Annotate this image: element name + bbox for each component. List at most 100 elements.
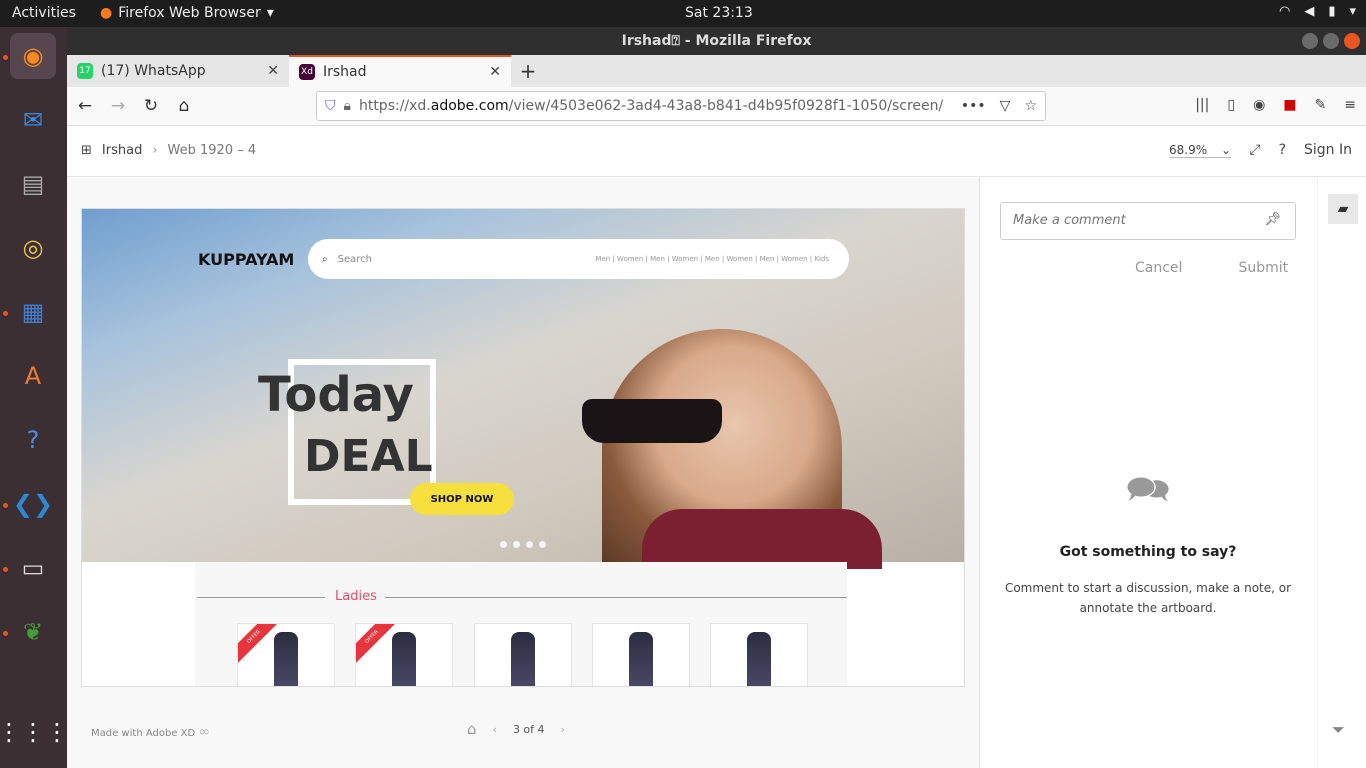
speech-bubbles-icon: 🗪︎ (1125, 469, 1171, 510)
maximize-button[interactable] (1323, 33, 1339, 49)
carousel-dots (500, 541, 546, 548)
app-menu[interactable]: ● Firefox Web Browser ▾ (100, 5, 274, 21)
pager: ⌂ ‹ 3 of 4 › (467, 720, 565, 738)
right-rail: ▰ ⏷ (1317, 178, 1366, 768)
headline-deal: DEAL (304, 431, 433, 482)
close-tab-icon[interactable]: ✕ (489, 64, 501, 80)
zoom-value: 68.9% (1169, 143, 1208, 157)
pin-icon[interactable]: 📌︎ (1264, 212, 1281, 227)
bookmark-star-icon[interactable]: ☆ (1024, 98, 1037, 114)
menu-icon[interactable]: ≡ (1344, 97, 1356, 113)
pocket-icon[interactable]: ▽ (1000, 98, 1011, 114)
help-icon[interactable]: ? (1279, 142, 1286, 158)
firefox-icon: ◉ (22, 42, 44, 70)
dock-software[interactable]: A (10, 353, 56, 399)
new-tab-button[interactable]: + (511, 55, 545, 87)
empty-title: Got something to say? (1059, 544, 1237, 560)
search-icon: ⌕ (322, 253, 328, 265)
product-card (474, 623, 572, 686)
firefox-icon: ● (100, 5, 113, 21)
canvas-footer: Made with Adobe XD ∞ ⌂ ‹ 3 of 4 › (67, 708, 979, 748)
ladies-section: Ladies OFFER OFFER (195, 562, 847, 686)
back-button[interactable]: ← (70, 91, 100, 121)
breadcrumb-root[interactable]: Irshad (102, 143, 142, 158)
running-indicator (3, 503, 8, 508)
fullscreen-icon[interactable]: ⤢ (1249, 142, 1260, 158)
forward-button[interactable]: → (103, 91, 133, 121)
next-screen-button[interactable]: › (561, 723, 565, 736)
running-indicator (3, 311, 8, 316)
page-actions-icon[interactable]: ••• (961, 98, 986, 114)
breadcrumb: ⊞ Irshad › Web 1920 – 4 (81, 143, 256, 158)
sunglasses-image (582, 399, 722, 443)
sidebar-icon[interactable]: ▯ (1227, 97, 1235, 113)
window-title: Irshad⍰ - Mozilla Firefox (621, 33, 812, 49)
home-icon[interactable]: ⌂ (467, 720, 477, 738)
help-icon: ? (26, 426, 40, 454)
minimize-button[interactable] (1302, 33, 1318, 49)
shop-now-button: SHOP NOW (410, 483, 514, 515)
filter-icon[interactable]: ⏷ (1332, 720, 1345, 740)
dock-files[interactable]: ▤ (10, 161, 56, 207)
page-indicator: 3 of 4 (512, 722, 545, 736)
close-tab-icon[interactable]: ✕ (267, 63, 279, 79)
dock-rhythmbox[interactable]: ◎ (10, 225, 56, 271)
navigation-bar: ← → ↻ ⌂ ⛉ 🔒︎ https://xd.adobe.com/view/4… (67, 87, 1366, 126)
dock-firefox[interactable]: ◉ (10, 33, 56, 79)
artboard[interactable]: KUPPAYAM ⌕ Search Men | Women | Men | Wo… (81, 208, 965, 687)
comment-placeholder: Make a comment (1013, 213, 1126, 228)
divider (197, 597, 325, 598)
canvas: KUPPAYAM ⌕ Search Men | Women | Men | Wo… (67, 178, 979, 768)
eyedropper-icon[interactable]: ✎ (1315, 97, 1327, 113)
dock: ◉ ✉ ▤ ◎ ▦ A ? ❮❯ ▭ ❦ ⋮⋮⋮ (0, 27, 69, 768)
submit-button[interactable]: Submit (1238, 260, 1288, 276)
search-placeholder: Search (337, 253, 372, 265)
clock[interactable]: Sat 23:13 (685, 5, 753, 21)
window-controls (1302, 33, 1360, 49)
dock-vscode[interactable]: ❮❯ (10, 481, 56, 527)
url-bar[interactable]: ⛉ 🔒︎ https://xd.adobe.com/view/4503e062-… (316, 91, 1046, 121)
dock-writer[interactable]: ▦ (10, 289, 56, 335)
shield-icon[interactable]: ⛉ (325, 98, 336, 114)
dock-terminal[interactable]: ▭ (10, 545, 56, 591)
dock-thunderbird[interactable]: ✉ (10, 97, 56, 143)
running-indicator (3, 567, 8, 572)
document-icon: ▦ (21, 298, 45, 326)
home-button[interactable]: ⌂ (169, 91, 199, 121)
running-indicator (3, 631, 8, 636)
creative-cloud-icon: ∞ (198, 724, 211, 740)
comments-toggle[interactable]: ▰ (1328, 194, 1358, 224)
tab-label: Irshad (323, 64, 367, 80)
headline-today: Today (258, 367, 414, 423)
dock-help[interactable]: ? (10, 417, 56, 463)
sign-in-link[interactable]: Sign In (1304, 142, 1352, 158)
tab-irshad[interactable]: Xd Irshad ✕ (289, 55, 511, 87)
tab-whatsapp[interactable]: 17 (17) WhatsApp ✕ (67, 55, 289, 87)
dock-mongodb[interactable]: ❦ (10, 609, 56, 655)
chevron-right-icon: › (152, 143, 158, 158)
product-card (710, 623, 808, 686)
empty-body: Comment to start a discussion, make a no… (1004, 581, 1292, 615)
close-window-button[interactable] (1344, 33, 1360, 49)
apps-grid-icon: ⋮⋮⋮ (0, 718, 69, 746)
adobe-xd-icon: Xd (299, 64, 315, 80)
library-icon[interactable]: ||| (1195, 97, 1209, 113)
section-title: Ladies (335, 589, 377, 604)
zoom-select[interactable]: 68.9% ⌄ (1169, 143, 1231, 158)
reload-button[interactable]: ↻ (136, 91, 166, 121)
dock-show-apps[interactable]: ⋮⋮⋮ (0, 709, 69, 755)
chevron-down-icon: ▾ (266, 5, 274, 21)
comment-input[interactable]: Make a comment 📌︎ (1000, 202, 1296, 240)
prev-screen-button[interactable]: ‹ (493, 723, 497, 736)
product-card (592, 623, 690, 686)
account-icon[interactable]: ◉ (1253, 97, 1265, 113)
extension-icon[interactable]: ■ (1283, 97, 1296, 113)
cancel-button[interactable]: Cancel (1135, 260, 1182, 276)
chevron-down-icon: ⌄ (1220, 143, 1231, 157)
toolbar-right: ||| ▯ ◉ ■ ✎ ≡ (1195, 97, 1356, 113)
product-card: OFFER (237, 623, 335, 686)
lock-icon[interactable]: 🔒︎ (344, 98, 351, 114)
system-tray[interactable]: ◠ ◀ ▮ ▾ (1279, 4, 1356, 19)
activities-button[interactable]: Activities (12, 5, 76, 21)
grid-view-icon[interactable]: ⊞ (81, 143, 92, 158)
